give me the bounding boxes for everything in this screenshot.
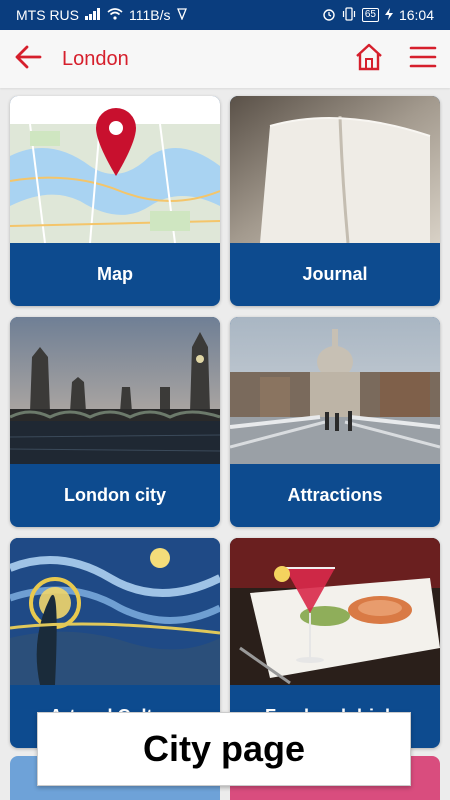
- card-label: Attractions: [287, 485, 383, 505]
- map-pin-icon: [94, 106, 138, 183]
- signal-icon: [85, 7, 101, 23]
- back-button[interactable]: [0, 30, 56, 88]
- food-image: [230, 538, 440, 685]
- home-button[interactable]: [342, 30, 396, 88]
- menu-button[interactable]: [396, 30, 450, 88]
- app-bar: London: [0, 30, 450, 88]
- arrow-left-icon: [14, 45, 42, 74]
- london-city-image: [10, 317, 220, 464]
- clock: 16:04: [398, 7, 434, 23]
- art-image: [10, 538, 220, 685]
- attractions-image: [230, 317, 440, 464]
- battery-indicator: 65: [361, 8, 379, 22]
- page-title: London: [62, 47, 129, 70]
- card-london-city[interactable]: London city: [10, 317, 220, 527]
- card-journal[interactable]: Journal: [230, 96, 440, 306]
- card-label: Journal: [302, 264, 368, 284]
- alarm-icon: [322, 7, 336, 24]
- home-icon: [354, 43, 384, 76]
- charging-icon: [384, 7, 393, 23]
- journal-image: [230, 96, 440, 243]
- card-label: London city: [64, 485, 166, 505]
- map-image: [10, 96, 220, 243]
- vibrate-icon: [342, 6, 356, 24]
- status-bar: MTS RUS 111B/s 65 16:04: [0, 0, 450, 30]
- category-grid: Map Journal London city Attractions: [10, 96, 440, 748]
- card-label: Map: [97, 264, 133, 284]
- card-attractions[interactable]: Attractions: [230, 317, 440, 527]
- menu-icon: [409, 45, 437, 74]
- notification-icon: [176, 7, 187, 23]
- wifi-icon: [107, 7, 123, 23]
- carrier-label: MTS RUS: [16, 7, 79, 23]
- card-map[interactable]: Map: [10, 96, 220, 306]
- network-speed: 111B/s: [129, 7, 171, 23]
- caption-overlay: City page: [37, 712, 411, 786]
